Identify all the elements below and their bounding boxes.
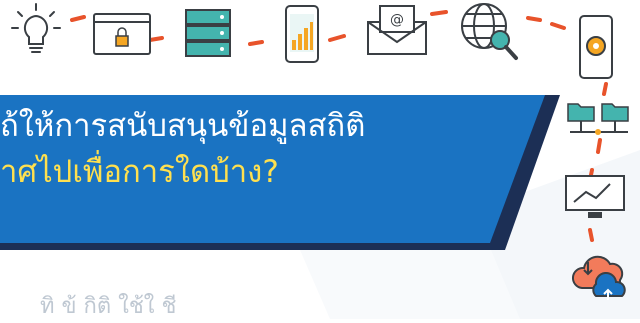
lightbulb-icon [11, 3, 61, 53]
banner-heading-line2: าศไปเพื่อการใดบ้าง? [0, 154, 279, 190]
banner-heading: ถ้ให้การสนับสนุนข้อมูลสถิติ าศไปเพื่อการ… [0, 103, 520, 195]
email-icon: @ [367, 5, 427, 55]
svg-text:@: @ [390, 12, 404, 28]
cloud-sync-icon [572, 255, 626, 300]
mobile-chart-icon [285, 5, 319, 63]
mobile-settings-icon [579, 15, 613, 79]
network-folders-icon [567, 103, 629, 135]
server-icon [185, 9, 231, 57]
banner-heading-line1: ถ้ให้การสนับสนุนข้อมูลสถิติ [0, 108, 366, 144]
bottom-text: ทิ ข้ กิติ ใช้ใ ชี [40, 294, 177, 319]
monitor-chart-icon [565, 175, 625, 218]
locked-browser-icon [93, 13, 151, 55]
globe-search-icon [461, 3, 518, 60]
